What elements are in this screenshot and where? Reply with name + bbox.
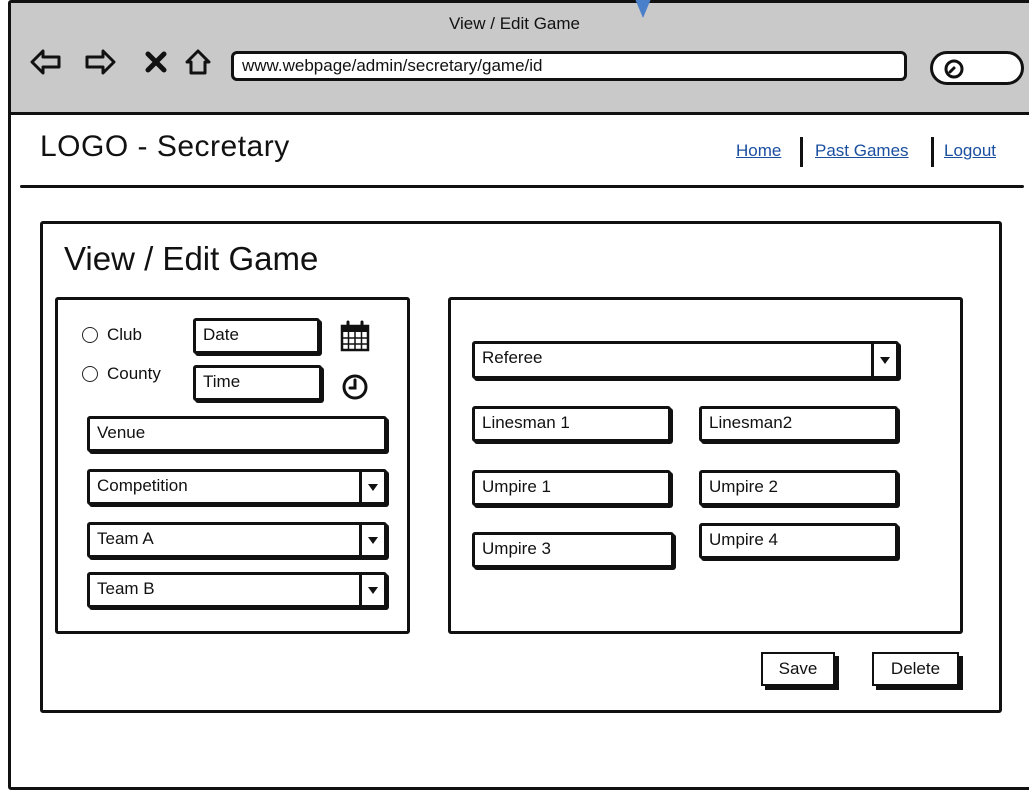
- window-title: View / Edit Game: [448, 14, 581, 33]
- chevron-down-icon: [359, 472, 384, 502]
- radio-button[interactable]: [82, 366, 98, 382]
- address-bar[interactable]: www.webpage/admin/secretary/game/id: [231, 51, 907, 81]
- team-a-select-value: Team A: [97, 529, 154, 548]
- nav-separator: [800, 137, 803, 167]
- radio-club[interactable]: Club: [82, 325, 142, 345]
- umpire3-field[interactable]: Umpire 3: [472, 532, 674, 568]
- competition-select-value: Competition: [97, 476, 188, 495]
- team-a-select[interactable]: Team A: [87, 522, 387, 558]
- forward-arrow-icon[interactable]: [82, 44, 118, 80]
- chevron-down-icon: [871, 344, 896, 376]
- home-icon[interactable]: [180, 44, 216, 80]
- umpire4-field[interactable]: Umpire 4: [699, 523, 898, 559]
- linesman1-field[interactable]: Linesman 1: [472, 406, 671, 442]
- cursor-marker-icon: [633, 0, 653, 18]
- nav-link-past-games[interactable]: Past Games: [815, 141, 909, 161]
- umpire2-field[interactable]: Umpire 2: [699, 470, 898, 506]
- competition-select[interactable]: Competition: [87, 469, 387, 505]
- calendar-icon[interactable]: [338, 319, 372, 353]
- date-field[interactable]: Date: [193, 318, 320, 354]
- chevron-down-icon: [359, 575, 384, 605]
- team-b-select[interactable]: Team B: [87, 572, 387, 608]
- search-icon: [943, 58, 965, 85]
- save-button[interactable]: Save: [761, 652, 835, 686]
- radio-label-county: County: [107, 364, 161, 383]
- linesman2-field[interactable]: Linesman2: [699, 406, 898, 442]
- team-b-select-value: Team B: [97, 579, 155, 598]
- referee-select[interactable]: Referee: [472, 341, 899, 379]
- chevron-down-icon: [359, 525, 384, 555]
- page-title: View / Edit Game: [64, 240, 319, 277]
- back-arrow-icon[interactable]: [28, 44, 64, 80]
- clock-icon[interactable]: [340, 372, 372, 402]
- radio-county[interactable]: County: [82, 364, 161, 384]
- header-divider: [20, 185, 1024, 188]
- venue-field[interactable]: Venue: [87, 416, 387, 452]
- logo: LOGO - Secretary: [40, 130, 290, 163]
- close-icon[interactable]: [138, 44, 174, 80]
- nav-separator: [931, 137, 934, 167]
- radio-button[interactable]: [82, 327, 98, 343]
- time-field[interactable]: Time: [193, 365, 322, 401]
- delete-button[interactable]: Delete: [872, 652, 959, 686]
- radio-label-club: Club: [107, 325, 142, 344]
- umpire1-field[interactable]: Umpire 1: [472, 470, 671, 506]
- nav-link-home[interactable]: Home: [736, 141, 781, 161]
- referee-select-value: Referee: [482, 348, 543, 367]
- nav-link-logout[interactable]: Logout: [944, 141, 996, 161]
- browser-search-button[interactable]: [930, 51, 1024, 85]
